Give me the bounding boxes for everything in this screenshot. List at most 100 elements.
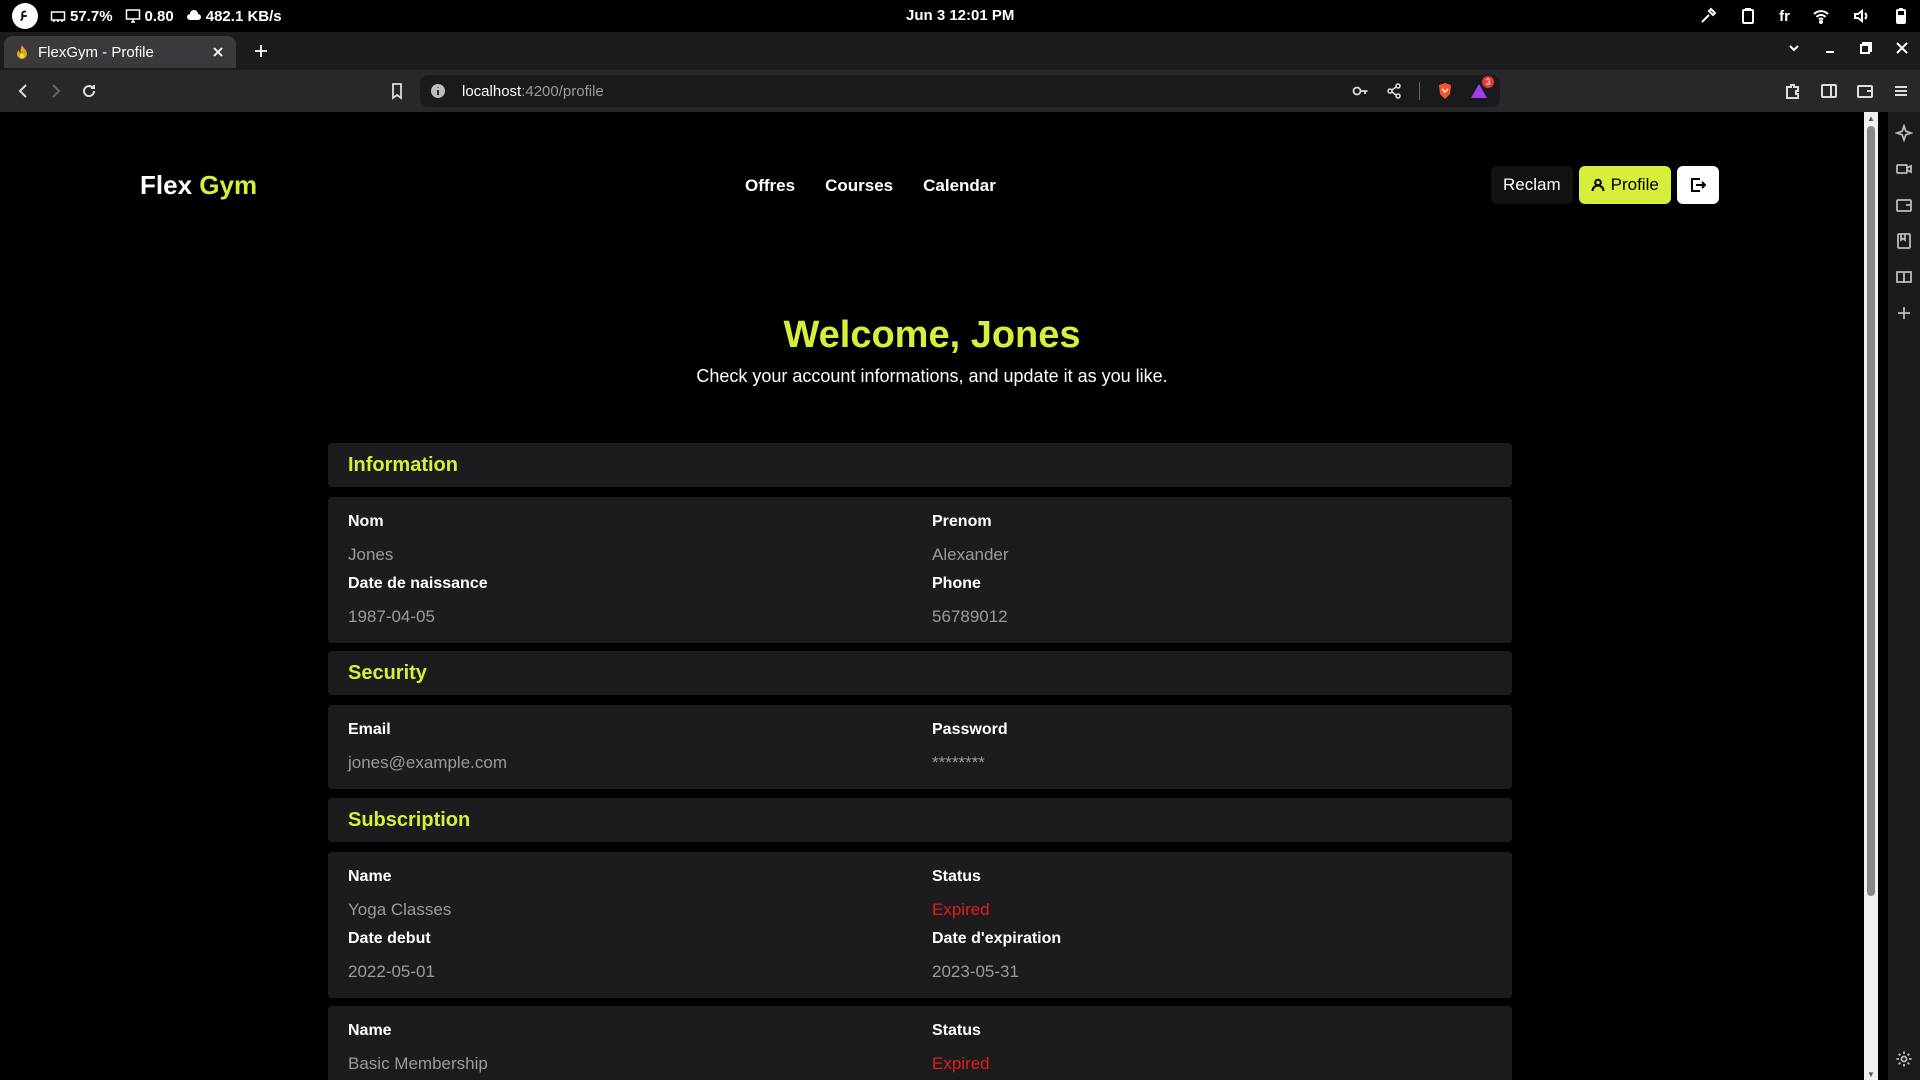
brand-main: Flex xyxy=(140,170,193,200)
scroll-down-arrow-icon[interactable]: ▼ xyxy=(1867,1070,1875,1079)
minimize-icon[interactable] xyxy=(1822,40,1838,56)
prenom-value: Alexander xyxy=(932,545,1009,564)
sub-start-value: 2022-05-01 xyxy=(348,962,435,981)
bookmark-icon[interactable] xyxy=(388,82,406,100)
sub-name-value: Basic Membership xyxy=(348,1054,488,1073)
cpu-icon xyxy=(50,11,66,22)
field-sub-end: Date d'expiration 2023-05-31 xyxy=(932,930,1492,982)
sub-status-label: Status xyxy=(932,1022,981,1039)
share-icon[interactable] xyxy=(1385,82,1403,100)
address-bar[interactable]: localhost:4200/profile 3 xyxy=(420,75,1500,107)
profile-button[interactable]: Profile xyxy=(1578,166,1671,204)
tab-title: FlexGym - Profile xyxy=(38,43,154,61)
brand-accent: Gym xyxy=(199,170,258,200)
fedora-logo-icon[interactable] xyxy=(12,3,38,29)
page-scrollbar[interactable]: ▲ ▼ xyxy=(1864,112,1878,1080)
nom-value: Jones xyxy=(348,545,394,564)
reading-list-icon xyxy=(1896,271,1912,284)
close-window-icon[interactable] xyxy=(1894,40,1910,56)
extensions-icon[interactable] xyxy=(1784,82,1802,100)
battery-icon[interactable] xyxy=(1892,7,1910,25)
logout-button[interactable] xyxy=(1676,166,1719,204)
bookmarks-panel-button[interactable] xyxy=(1895,232,1913,250)
nav-calendar[interactable]: Calendar xyxy=(923,176,996,196)
welcome-title: Welcome, Jones xyxy=(783,314,1081,356)
logout-icon xyxy=(1690,178,1707,192)
field-sub-status: Status Expired xyxy=(932,868,1492,920)
os-tray: fr xyxy=(1699,0,1910,32)
reclam-button[interactable]: Reclam xyxy=(1491,166,1573,204)
sub-status-value: Expired xyxy=(932,1054,990,1073)
field-sub-status: Status Expired xyxy=(932,1022,1492,1074)
sub-end-value: 2023-05-31 xyxy=(932,962,1019,981)
wallet-icon[interactable] xyxy=(1856,82,1874,100)
menu-icon[interactable] xyxy=(1892,82,1910,100)
address-bar-icons: 3 xyxy=(1351,76,1494,100)
browser-toolbar: localhost:4200/profile 3 xyxy=(0,70,1920,112)
url-text[interactable]: localhost:4200/profile xyxy=(462,83,604,100)
field-nom: Nom Jones xyxy=(348,513,908,565)
subscription-card: Name Basic Membership Status Expired xyxy=(328,1006,1512,1080)
sub-end-label: Date d'expiration xyxy=(932,930,1062,947)
phone-value: 56789012 xyxy=(932,607,1008,626)
password-label: Password xyxy=(932,721,1008,738)
restore-icon[interactable] xyxy=(1858,40,1874,56)
panel-settings-button[interactable] xyxy=(1895,1050,1913,1068)
leo-ai-button[interactable] xyxy=(1894,123,1914,143)
site-info-icon[interactable] xyxy=(430,83,446,99)
toolbar-right-icons xyxy=(1784,82,1910,100)
add-panel-button[interactable] xyxy=(1895,304,1913,322)
brave-rewards-button[interactable]: 3 xyxy=(1470,76,1494,100)
new-tab-icon[interactable] xyxy=(252,42,270,60)
close-tab-icon[interactable] xyxy=(210,44,226,60)
monitor-icon xyxy=(125,9,140,23)
dob-value: 1987-04-05 xyxy=(348,607,435,626)
network-text: 482.1 KB/s xyxy=(205,7,282,25)
field-sub-start: Date debut 2022-05-01 xyxy=(348,930,908,982)
back-button[interactable] xyxy=(14,82,32,100)
profile-button-label: Profile xyxy=(1610,175,1659,194)
wallet-panel-icon xyxy=(1896,199,1912,212)
reload-button[interactable] xyxy=(80,82,98,100)
bookmarks-icon xyxy=(1897,233,1911,249)
browser-tab-bar: FlexGym - Profile xyxy=(0,32,1920,70)
nav-offres[interactable]: Offres xyxy=(745,176,795,196)
welcome-subtitle: Check your account informations, and upd… xyxy=(696,366,1168,386)
url-host: localhost xyxy=(462,82,522,100)
tab-flexgym-profile[interactable]: FlexGym - Profile xyxy=(4,36,236,68)
color-picker-icon[interactable] xyxy=(1699,7,1717,25)
sub-status-value: Expired xyxy=(932,900,990,919)
sub-status-label: Status xyxy=(932,868,981,885)
field-phone: Phone 56789012 xyxy=(932,575,1492,627)
wifi-icon[interactable] xyxy=(1812,7,1830,25)
scrollbar-thumb[interactable] xyxy=(1867,126,1875,896)
dob-label: Date de naissance xyxy=(348,575,488,592)
tab-list-chevron-icon[interactable] xyxy=(1786,40,1802,56)
language-indicator[interactable]: fr xyxy=(1779,8,1790,25)
brave-shield-icon[interactable] xyxy=(1436,82,1454,100)
site-logo[interactable]: Flex Gym xyxy=(140,170,257,201)
phone-label: Phone xyxy=(932,575,981,592)
password-value: ******** xyxy=(932,753,985,772)
wallet-panel-button[interactable] xyxy=(1895,196,1913,214)
forward-button[interactable] xyxy=(47,82,65,100)
subscription-heading: Subscription xyxy=(328,798,1512,842)
information-heading: Information xyxy=(328,443,1512,487)
browser-side-panel xyxy=(1888,112,1920,1080)
field-email: Email jones@example.com xyxy=(348,721,908,773)
field-sub-name: Name Basic Membership xyxy=(348,1022,908,1074)
nav-courses[interactable]: Courses xyxy=(825,176,893,196)
security-heading: Security xyxy=(328,651,1512,695)
key-icon[interactable] xyxy=(1351,82,1369,100)
sidebar-toggle-icon[interactable] xyxy=(1820,82,1838,100)
sub-name-label: Name xyxy=(348,1022,392,1039)
talk-button[interactable] xyxy=(1895,160,1913,178)
clock[interactable]: Jun 3 12:01 PM xyxy=(906,0,1014,32)
volume-icon[interactable] xyxy=(1852,7,1870,25)
notification-badge: 3 xyxy=(1482,76,1494,88)
clipboard-icon[interactable] xyxy=(1739,7,1757,25)
field-password: Password ******** xyxy=(932,721,1492,773)
reading-list-button[interactable] xyxy=(1895,268,1913,286)
load-text: 0.80 xyxy=(144,7,174,25)
scroll-up-arrow-icon[interactable]: ▲ xyxy=(1867,114,1875,123)
